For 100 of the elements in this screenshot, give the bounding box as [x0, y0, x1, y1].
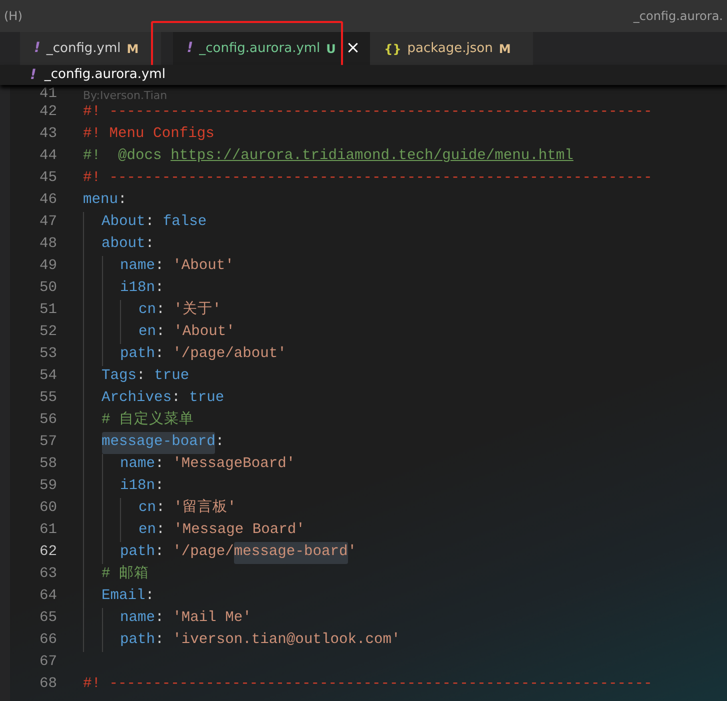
code-text: message-board — [234, 542, 348, 564]
close-icon[interactable]: × — [346, 36, 360, 62]
line-number: 66 — [38, 631, 57, 650]
line-number: 57 — [38, 433, 57, 452]
git-status-label: U — [326, 40, 336, 58]
line-number: 64 — [38, 587, 57, 606]
code-text: cn — [138, 499, 156, 518]
code-text: name — [120, 257, 156, 276]
code-text: cn — [138, 301, 156, 320]
code-text: : — [155, 477, 164, 496]
code-text: i18n — [120, 279, 156, 298]
code-text: : — [156, 323, 166, 342]
code-text: 'iverson.tian@outlook.com' — [172, 631, 400, 650]
code-text: '关于' — [174, 300, 222, 320]
line-number: 48 — [38, 235, 57, 254]
line-number: 43 — [38, 125, 57, 144]
code-text: #! @docs — [83, 147, 163, 166]
code-text: ' — [348, 543, 357, 562]
code-text: 'About' — [174, 323, 235, 342]
git-status-label: M — [126, 40, 139, 58]
editor-tab[interactable]: ! _config.aurora.yml U × — [172, 32, 370, 65]
line-number: 49 — [38, 257, 57, 276]
author-annotation: By:Iverson.Tian — [83, 90, 168, 101]
code-text: message-board — [102, 432, 216, 454]
code-text: # 自定义菜单 — [102, 410, 194, 430]
code-text: true — [189, 389, 224, 408]
code-text: : — [155, 455, 165, 474]
line-number: 44 — [38, 147, 57, 166]
code-text[interactable]: https://aurora.tridiamond.tech/guide/menu.html — [170, 146, 574, 168]
line-number: 58 — [38, 455, 57, 474]
line-number: 54 — [38, 367, 57, 386]
code-text: path — [120, 543, 156, 562]
code-text: true — [154, 367, 190, 386]
menu-item[interactable]: (H) — [4, 7, 22, 25]
line-number: 45 — [38, 169, 57, 188]
code-text: : — [155, 543, 165, 562]
line-number: 53 — [38, 345, 57, 364]
code-text: name — [120, 609, 156, 628]
code-text: Archives — [102, 389, 172, 408]
code-text: en — [138, 323, 156, 342]
code-text: : — [155, 279, 164, 298]
code-text: 'Message Board' — [174, 521, 305, 540]
code-text: : — [155, 345, 165, 364]
line-number: 56 — [38, 411, 57, 430]
code-text: false — [162, 213, 207, 232]
line-number: 51 — [38, 301, 57, 320]
code-text: Tags — [102, 367, 137, 386]
line-number: 68 — [38, 675, 57, 694]
code-text: about — [102, 235, 146, 254]
line-number: 52 — [38, 323, 57, 342]
code-text: path — [120, 631, 156, 650]
line-number: 41 — [38, 87, 57, 102]
editor-tab[interactable]: {} package.json M — [370, 32, 533, 65]
line-number: 59 — [38, 477, 57, 496]
code-text: : — [215, 433, 224, 452]
line-number: 67 — [38, 653, 57, 672]
yaml-file-icon: ! — [186, 38, 194, 59]
code-text: '留言板' — [174, 498, 236, 518]
code-text: #! -------------------------------------------------------------- — [83, 103, 652, 122]
code-text: name — [120, 455, 156, 474]
code-text: '/page/about' — [172, 345, 286, 364]
code-text: : — [145, 213, 156, 232]
line-number: 62 — [38, 543, 57, 562]
code-text: #! -------------------------------------------------------------- — [83, 675, 652, 694]
json-file-icon: {} — [384, 40, 402, 58]
line-number: 50 — [38, 279, 57, 298]
code-text: : — [156, 521, 166, 540]
code-text: 'Mail Me' — [172, 609, 252, 628]
code-text: '/page/ — [172, 543, 234, 562]
code-text: path — [120, 345, 156, 364]
code-text: : — [145, 235, 154, 254]
code-text: : — [155, 631, 165, 650]
breadcrumb-item[interactable]: _config.aurora.yml — [44, 65, 166, 85]
line-number: 63 — [38, 565, 57, 584]
line-number: 47 — [38, 213, 57, 232]
line-number: 61 — [38, 521, 57, 540]
code-text: #! -------------------------------------------------------------- — [83, 169, 652, 188]
line-number: 55 — [38, 389, 57, 408]
code-text: : — [156, 499, 166, 518]
line-number: 60 — [38, 499, 57, 518]
code-text: menu — [83, 191, 118, 210]
yaml-file-icon: ! — [30, 64, 36, 86]
code-text: : — [155, 257, 165, 276]
code-text: : — [156, 301, 166, 320]
code-text: : — [118, 191, 127, 210]
code-text: i18n — [120, 477, 156, 496]
code-text: en — [138, 521, 156, 540]
code-text: : — [145, 587, 154, 606]
code-text: 'MessageBoard' — [172, 455, 296, 474]
code-text: : — [136, 367, 146, 386]
yaml-file-icon: ! — [34, 38, 40, 59]
window-title: _config.aurora. — [633, 8, 723, 25]
line-number: 42 — [38, 103, 57, 122]
line-number: 65 — [38, 609, 57, 628]
code-text: : — [172, 389, 182, 408]
code-text: 'About' — [172, 257, 234, 276]
code-text: Email — [102, 587, 146, 606]
code-text: #! Menu Configs — [83, 125, 214, 144]
editor-tab[interactable]: ! _config.yml M — [20, 32, 161, 65]
code-text: : — [155, 609, 165, 628]
